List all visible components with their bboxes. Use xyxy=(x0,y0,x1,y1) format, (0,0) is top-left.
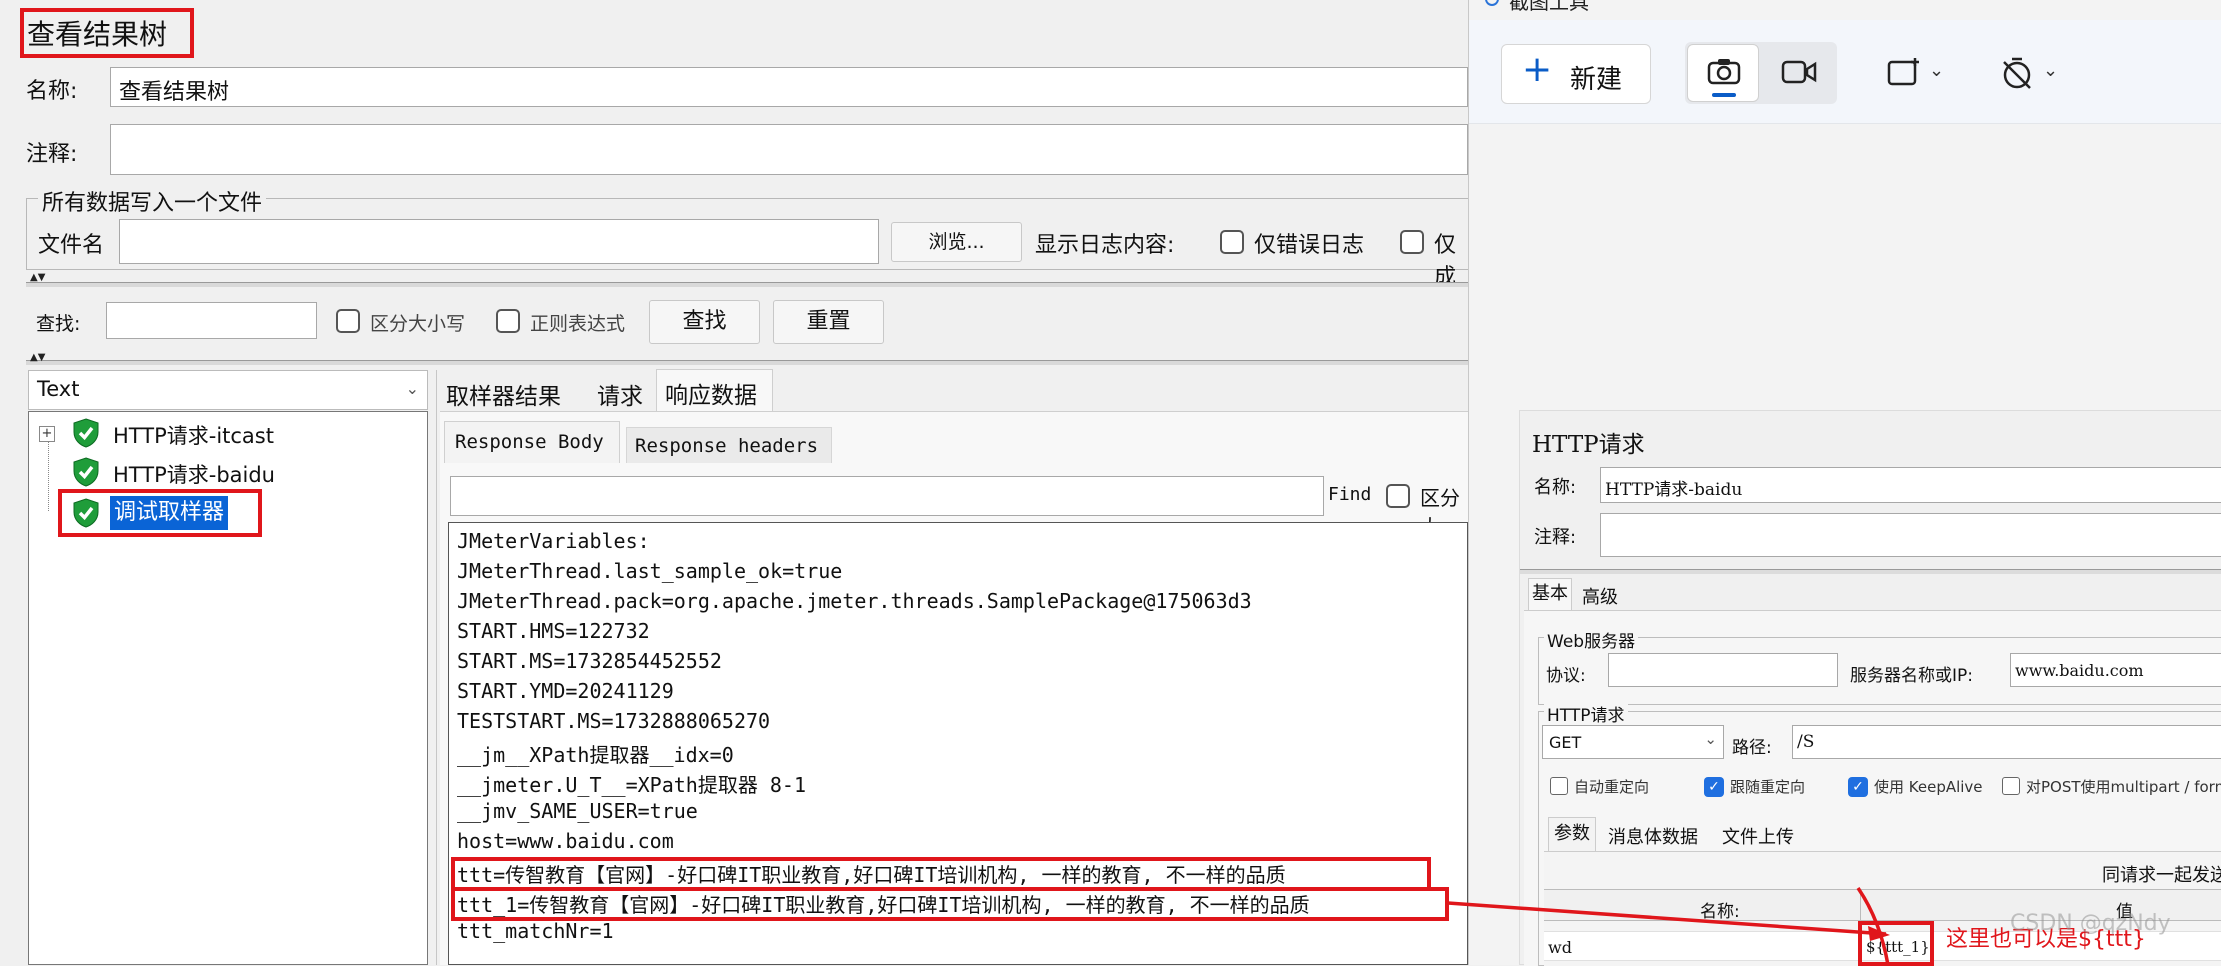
annotation-arrow xyxy=(1447,887,1890,965)
